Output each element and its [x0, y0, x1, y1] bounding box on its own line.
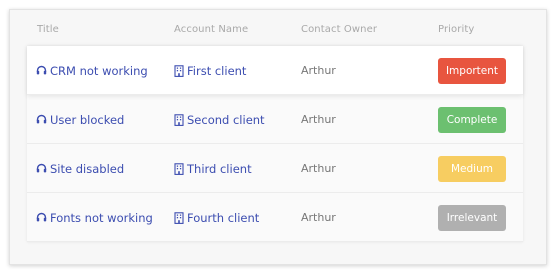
- owner-cell: Arthur: [301, 46, 336, 95]
- ticket-title-link[interactable]: CRM not working: [50, 64, 148, 78]
- headset-icon: [36, 212, 47, 224]
- account-cell: Second client: [173, 95, 265, 144]
- table-row: Site disabled Third client Arthur Medium: [27, 144, 523, 193]
- priority-cell: Complete: [438, 95, 506, 144]
- building-icon: [173, 64, 184, 77]
- title-cell: Site disabled: [36, 144, 124, 193]
- account-link[interactable]: Third client: [187, 162, 252, 176]
- priority-cell: Irrelevant: [438, 193, 506, 242]
- title-cell: Fonts not working: [36, 193, 153, 242]
- building-icon: [173, 113, 184, 126]
- account-link[interactable]: Fourth client: [187, 211, 259, 225]
- priority-badge[interactable]: Irrelevant: [438, 204, 506, 231]
- account-link[interactable]: First client: [187, 64, 246, 78]
- building-icon: [173, 211, 184, 224]
- priority-badge[interactable]: Importent: [438, 57, 506, 84]
- title-cell: CRM not working: [36, 46, 148, 95]
- column-header-title[interactable]: Title: [37, 24, 59, 35]
- column-header-priority[interactable]: Priority: [438, 24, 474, 35]
- headset-icon: [36, 114, 47, 126]
- priority-badge[interactable]: Complete: [438, 106, 506, 133]
- tickets-table: CRM not working First client Arthur Impo…: [27, 46, 523, 242]
- account-cell: Fourth client: [173, 193, 259, 242]
- headset-icon: [36, 65, 47, 77]
- column-header-account[interactable]: Account Name: [174, 24, 248, 35]
- table-row: CRM not working First client Arthur Impo…: [27, 46, 523, 95]
- table-header: Title Account Name Contact Owner Priorit…: [27, 24, 523, 42]
- contact-owner: Arthur: [301, 162, 336, 175]
- headset-icon: [36, 163, 47, 175]
- contact-owner: Arthur: [301, 211, 336, 224]
- priority-cell: Importent: [438, 46, 506, 95]
- account-cell: Third client: [173, 144, 252, 193]
- account-link[interactable]: Second client: [187, 113, 265, 127]
- ticket-title-link[interactable]: Fonts not working: [50, 211, 153, 225]
- column-header-owner[interactable]: Contact Owner: [301, 24, 377, 35]
- priority-badge[interactable]: Medium: [438, 155, 506, 182]
- table-row: Fonts not working Fourth client Arthur I…: [27, 193, 523, 242]
- contact-owner: Arthur: [301, 64, 336, 77]
- owner-cell: Arthur: [301, 95, 336, 144]
- account-cell: First client: [173, 46, 246, 95]
- building-icon: [173, 162, 184, 175]
- owner-cell: Arthur: [301, 193, 336, 242]
- ticket-title-link[interactable]: User blocked: [50, 113, 124, 127]
- priority-cell: Medium: [438, 144, 506, 193]
- owner-cell: Arthur: [301, 144, 336, 193]
- contact-owner: Arthur: [301, 113, 336, 126]
- ticket-title-link[interactable]: Site disabled: [50, 162, 124, 176]
- title-cell: User blocked: [36, 95, 124, 144]
- table-row: User blocked Second client Arthur Comple…: [27, 95, 523, 144]
